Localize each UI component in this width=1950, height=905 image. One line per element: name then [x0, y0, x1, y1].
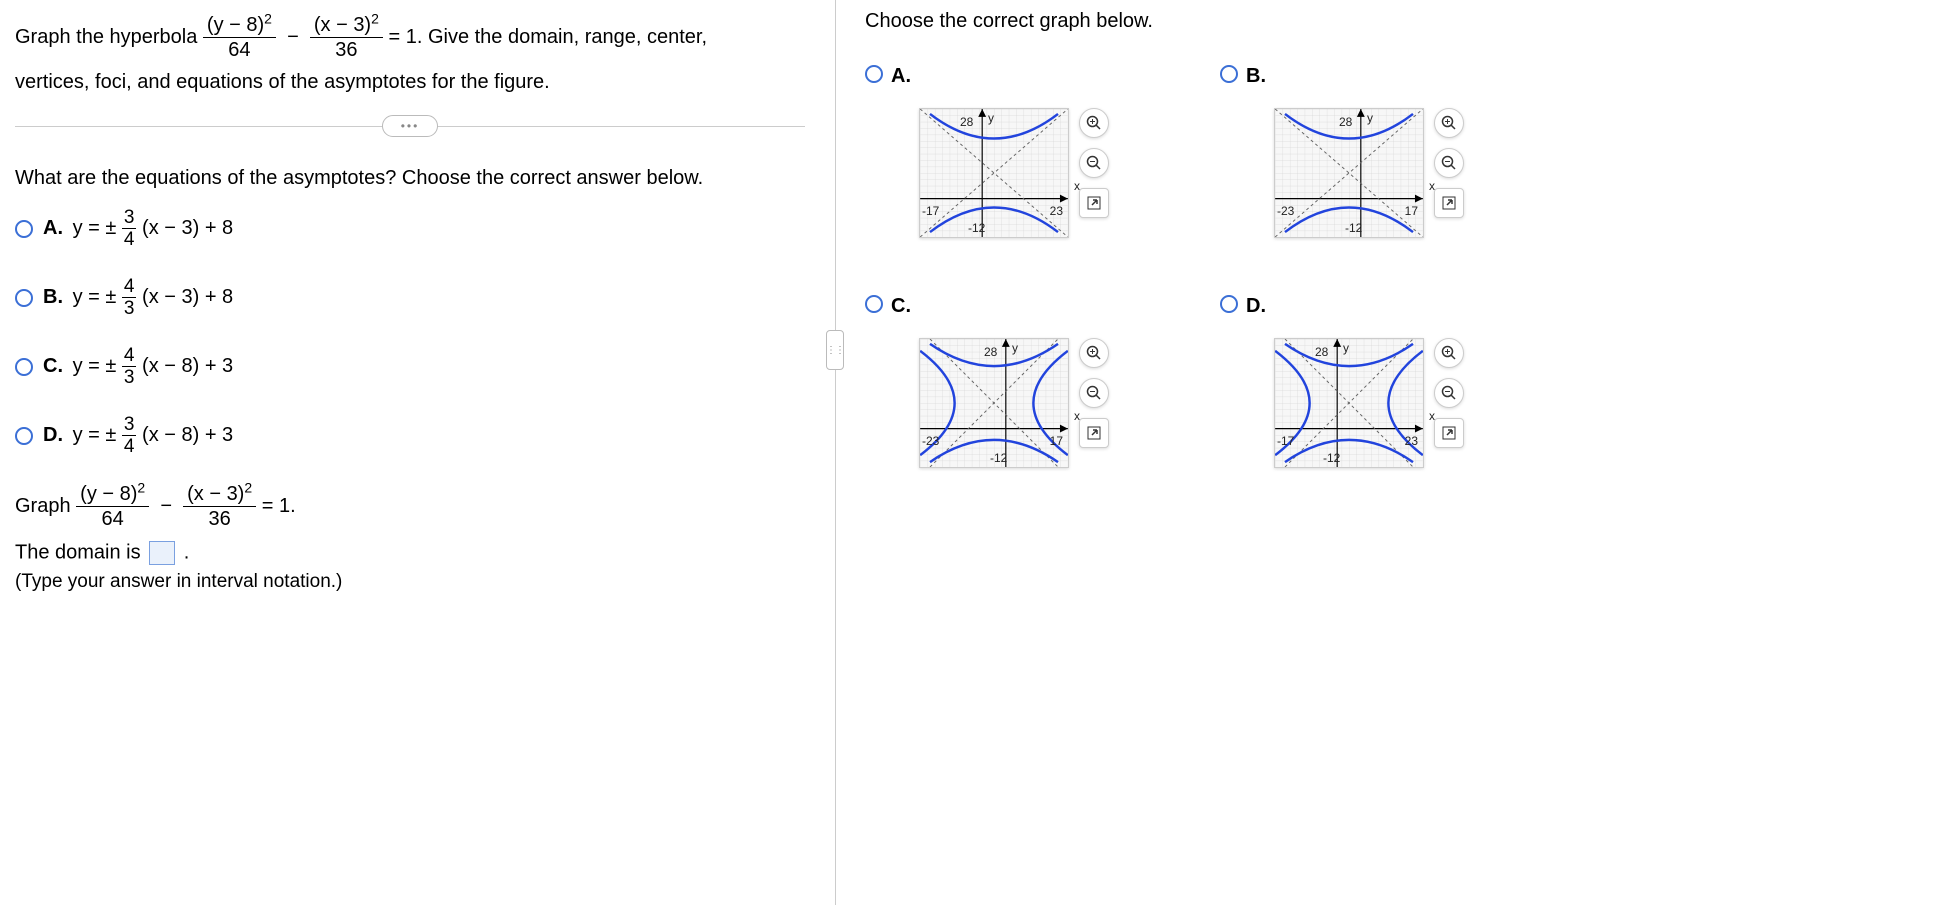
zoom-out-a[interactable] — [1079, 148, 1109, 178]
zoom-out-b[interactable] — [1434, 148, 1464, 178]
graph-prompt: Choose the correct graph below. — [865, 10, 1565, 33]
expand-b[interactable] — [1434, 188, 1464, 218]
question-text: What are the equations of the asymptotes… — [15, 167, 815, 190]
graph-thumb-c[interactable]: y 28 -23 17 -12 x — [919, 338, 1069, 468]
graph-thumb-d[interactable]: y 28 -17 23 -12 x — [1274, 338, 1424, 468]
graph-label-d: D. — [1246, 295, 1266, 318]
option-b: B. y = ± 43 (x − 3) + 8 — [43, 277, 233, 318]
radio-graph-b[interactable] — [1220, 65, 1238, 83]
hint-text: (Type your answer in interval notation.) — [15, 571, 815, 593]
radio-option-c[interactable] — [15, 358, 33, 376]
zoom-in-a[interactable] — [1079, 108, 1109, 138]
domain-input[interactable] — [149, 541, 175, 565]
graph-label-c: C. — [891, 295, 911, 318]
option-c: C. y = ± 43 (x − 8) + 3 — [43, 346, 233, 387]
domain-line: The domain is . — [15, 541, 815, 565]
zoom-out-d[interactable] — [1434, 378, 1464, 408]
option-a: A. y = ± 34 (x − 3) + 8 — [43, 208, 233, 249]
graph-equation: Graph (y − 8)2 64 − (x − 3)2 36 = 1. — [15, 484, 815, 529]
option-d: D. y = ± 34 (x − 8) + 3 — [43, 415, 233, 456]
expand-c[interactable] — [1079, 418, 1109, 448]
radio-graph-d[interactable] — [1220, 295, 1238, 313]
zoom-out-c[interactable] — [1079, 378, 1109, 408]
divider: ••• — [15, 126, 805, 127]
radio-option-b[interactable] — [15, 289, 33, 307]
radio-graph-a[interactable] — [865, 65, 883, 83]
prompt-line2: vertices, foci, and equations of the asy… — [15, 71, 550, 93]
zoom-in-d[interactable] — [1434, 338, 1464, 368]
vertical-divider — [835, 0, 836, 905]
expand-a[interactable] — [1079, 188, 1109, 218]
expand-d[interactable] — [1434, 418, 1464, 448]
radio-option-a[interactable] — [15, 220, 33, 238]
graph-thumb-a[interactable]: y 28 -17 23 -12 x — [919, 108, 1069, 238]
graph-label-a: A. — [891, 65, 911, 88]
zoom-in-b[interactable] — [1434, 108, 1464, 138]
graph-thumb-b[interactable]: y 28 -23 17 -12 x — [1274, 108, 1424, 238]
expand-button[interactable]: ••• — [382, 115, 438, 137]
radio-option-d[interactable] — [15, 427, 33, 445]
prompt-lead: Graph the hyperbola — [15, 26, 203, 48]
graph-label-b: B. — [1246, 65, 1266, 88]
drag-handle[interactable]: ⋮⋮ — [826, 330, 844, 370]
radio-graph-c[interactable] — [865, 295, 883, 313]
zoom-in-c[interactable] — [1079, 338, 1109, 368]
problem-prompt: Graph the hyperbola (y − 8)2 64 − (x − 3… — [15, 15, 815, 104]
prompt-cont: = 1. Give the domain, range, center, — [388, 26, 707, 48]
